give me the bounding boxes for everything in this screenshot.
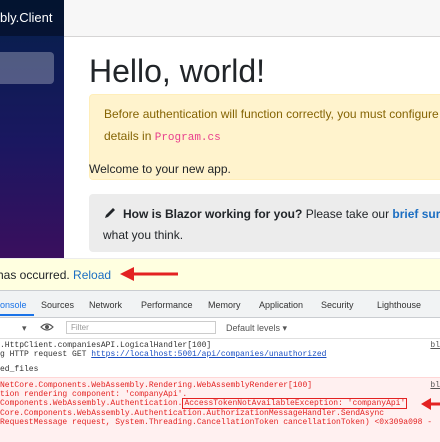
alert-line-2-text: details in [104,129,152,143]
tab-performance[interactable]: Performance [141,300,193,310]
log-source-link[interactable]: bl [430,341,440,350]
sidebar-item-home[interactable] [0,52,54,84]
context-dropdown[interactable]: ▾ [22,323,27,334]
devtools-panel: onsole Sources Network Performance Memor… [0,290,440,442]
info-log-entry: .HttpClient.companiesAPI.LogicalHandler[… [0,339,440,377]
survey-line-1: How is Blazor working for you? Please ta… [103,206,440,221]
tab-sources[interactable]: Sources [41,300,74,310]
log-text: Components.WebAssembly.Authentication. [0,399,183,408]
annotation-arrow-icon [120,267,178,281]
survey-link[interactable]: brief sur [392,207,440,221]
welcome-text: Welcome to your new app. [89,162,231,176]
request-url-link[interactable]: https://localhost:5001/api/companies/una… [91,350,326,359]
devtools-tabs: onsole Sources Network Performance Memor… [0,291,440,318]
console-toolbar: ▾ Filter Default levels ▾ [0,318,440,339]
tab-memory[interactable]: Memory [208,300,241,310]
pencil-icon [105,208,115,218]
active-tab-indicator [0,314,34,316]
error-message: has occurred. Reload [0,268,111,282]
survey-prompt: How is Blazor working for you? Please ta… [89,194,440,252]
reload-link[interactable]: Reload [73,268,111,282]
log-text: g HTTP request GET [0,350,87,359]
main-content: Hello, world! Before authentication will… [64,36,440,258]
tab-application[interactable]: Application [259,300,303,310]
annotation-arrow-icon [421,398,440,410]
alert-line-2: details in Program.cs [104,129,221,144]
log-line: NetCore.Components.WebAssembly.Rendering… [0,381,313,390]
sidebar: bly.Client [0,0,64,258]
brand-title[interactable]: bly.Client [0,10,53,25]
blazor-error-ui: has occurred. Reload [0,258,440,290]
log-line: .HttpClient.companiesAPI.LogicalHandler[… [0,341,212,350]
sidebar-brand: bly.Client [0,0,64,36]
log-source-link[interactable]: bl [430,381,440,390]
tab-console[interactable]: onsole [0,300,27,310]
error-log-entry: NetCore.Components.WebAssembly.Rendering… [0,377,440,442]
log-line: tion rendering component: 'companyApi'. [0,390,188,399]
tab-security[interactable]: Security [321,300,354,310]
console-filter-input[interactable]: Filter [66,321,216,334]
log-line: RequestMessage request, System.Threading… [0,418,433,427]
exception-highlight: AccessTokenNotAvailableException: 'compa… [182,398,408,409]
survey-line-2: what you think. [103,228,184,242]
tab-network[interactable]: Network [89,300,122,310]
error-text: has occurred. [0,268,70,282]
alert-line-1: Before authentication will function corr… [104,107,439,121]
program-cs-code: Program.cs [154,132,221,144]
log-line: ed_files [0,365,39,374]
tab-lighthouse[interactable]: Lighthouse [377,300,421,310]
page-title: Hello, world! [89,53,266,89]
top-row [64,0,440,37]
log-line: Core.Components.WebAssembly.Authenticati… [0,409,385,418]
survey-question: How is Blazor working for you? [123,207,303,221]
log-line: Components.WebAssembly.Authentication. Ac… [0,398,408,409]
survey-prompt-text: Please take our [305,207,390,221]
eye-icon[interactable] [40,322,54,332]
log-line: g HTTP request GET https://localhost:500… [0,350,326,359]
log-levels-dropdown[interactable]: Default levels ▾ [226,323,287,334]
